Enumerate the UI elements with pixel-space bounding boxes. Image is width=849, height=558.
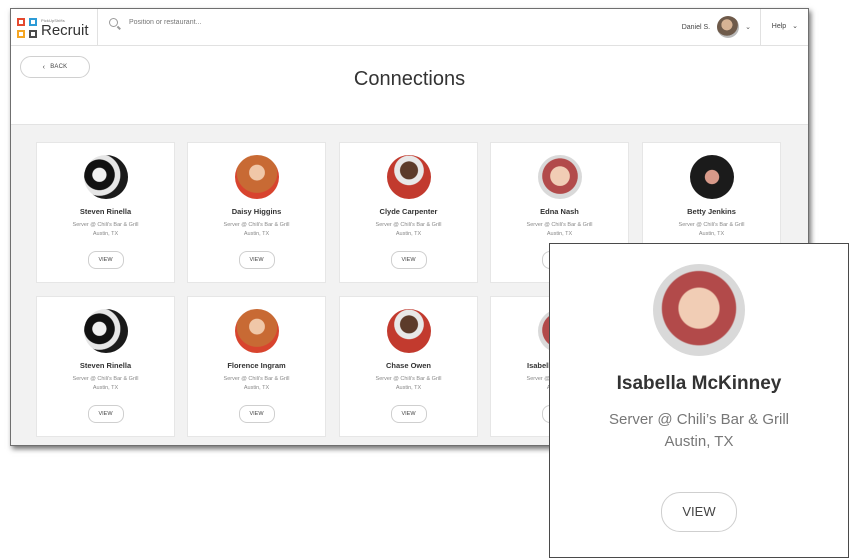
connection-location: Austin, TX xyxy=(698,231,725,237)
connection-role: Server @ Chili's Bar & Grill xyxy=(526,222,593,228)
logo-icon xyxy=(17,18,37,38)
chevron-down-icon: ⌄ xyxy=(792,23,798,30)
user-menu[interactable]: Daniel S. ⌄ xyxy=(682,16,751,38)
avatar xyxy=(386,155,431,199)
view-button[interactable]: VIEW xyxy=(390,251,427,269)
divider xyxy=(760,9,761,45)
view-button[interactable]: VIEW xyxy=(390,405,427,423)
connection-name: Florence Ingram xyxy=(227,361,286,370)
avatar xyxy=(234,155,279,199)
view-button[interactable]: VIEW xyxy=(238,405,275,423)
connection-name: Edna Nash xyxy=(540,207,579,216)
page-header: ‹ BACK Connections xyxy=(11,46,808,125)
search-input[interactable] xyxy=(127,18,331,27)
help-menu[interactable]: Help ⌄ xyxy=(772,22,798,30)
connection-card: Clyde Carpenter Server @ Chili's Bar & Gr… xyxy=(339,142,478,283)
avatar xyxy=(83,155,128,199)
avatar xyxy=(689,155,734,199)
connection-name: Steven Rinella xyxy=(79,361,132,370)
connection-name: Isabella McKinney xyxy=(616,373,782,394)
connection-location: Austin, TX xyxy=(664,433,734,450)
page-title: Connections xyxy=(353,68,466,90)
top-navbar: PickUpShifts Recruit Daniel S. ⌄ Help ⌄ xyxy=(11,9,808,46)
logo-brand-name: Recruit xyxy=(41,21,89,39)
zoomed-connection-card: Isabella McKinney Server @ Chili’s Bar &… xyxy=(549,243,849,558)
app-logo[interactable]: PickUpShifts Recruit xyxy=(17,16,89,40)
connection-location: Austin, TX xyxy=(92,231,119,237)
view-button[interactable]: VIEW xyxy=(87,251,124,269)
avatar xyxy=(653,264,745,356)
connection-name: Betty Jenkins xyxy=(687,207,736,216)
avatar xyxy=(386,309,431,353)
connection-location: Austin, TX xyxy=(395,385,422,391)
connection-role: Server @ Chili's Bar & Grill xyxy=(223,222,290,228)
avatar xyxy=(717,16,740,38)
search-bar xyxy=(109,18,331,27)
connection-name: Steven Rinella xyxy=(79,207,132,216)
chevron-down-icon: ⌄ xyxy=(745,24,751,31)
connection-location: Austin, TX xyxy=(243,385,270,391)
connection-card: Chase Owen Server @ Chili's Bar & Grill Au… xyxy=(339,296,478,437)
avatar xyxy=(537,155,582,199)
connection-card: Florence Ingram Server @ Chili's Bar & Gr… xyxy=(187,296,326,437)
avatar xyxy=(234,309,279,353)
connection-role: Server @ Chili's Bar & Grill xyxy=(223,376,290,382)
connection-role: Server @ Chili's Bar & Grill xyxy=(375,222,442,228)
connection-name: Daisy Higgins xyxy=(231,207,282,216)
connection-name: Clyde Carpenter xyxy=(379,207,438,216)
view-button[interactable]: VIEW xyxy=(661,492,737,532)
connection-location: Austin, TX xyxy=(243,231,270,237)
view-button[interactable]: VIEW xyxy=(87,405,124,423)
connection-role: Server @ Chili's Bar & Grill xyxy=(72,222,139,228)
connection-card: Daisy Higgins Server @ Chili's Bar & Gril… xyxy=(187,142,326,283)
connection-role: Server @ Chili’s Bar & Grill xyxy=(609,411,789,428)
search-icon xyxy=(109,18,118,27)
connection-location: Austin, TX xyxy=(395,231,422,237)
connection-location: Austin, TX xyxy=(546,231,573,237)
connection-role: Server @ Chili's Bar & Grill xyxy=(375,376,442,382)
connection-location: Austin, TX xyxy=(92,385,119,391)
connection-name: Chase Owen xyxy=(385,361,431,370)
connection-card: Steven Rinella Server @ Chili's Bar & Gri… xyxy=(36,142,175,283)
divider xyxy=(97,9,98,45)
connection-role: Server @ Chili's Bar & Grill xyxy=(678,222,745,228)
user-name: Daniel S. xyxy=(681,23,711,31)
connection-card: Steven Rinella Server @ Chili's Bar & Gri… xyxy=(36,296,175,437)
view-button[interactable]: VIEW xyxy=(238,251,275,269)
help-label: Help xyxy=(771,23,787,30)
connection-role: Server @ Chili's Bar & Grill xyxy=(72,376,139,382)
avatar xyxy=(83,309,128,353)
